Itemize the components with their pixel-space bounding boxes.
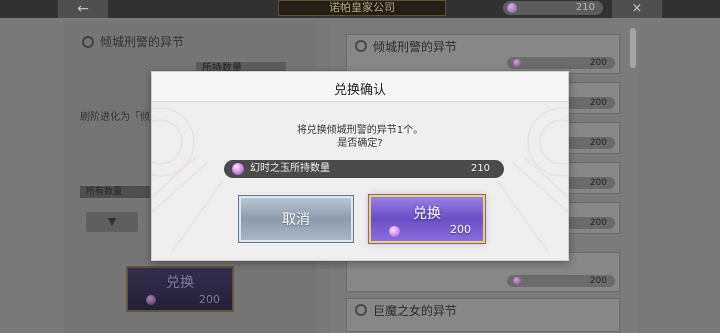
gem-icon bbox=[389, 226, 400, 237]
confirm-exchange-button[interactable]: 兑换 200 bbox=[369, 195, 485, 243]
dialog-header: 兑换确认 bbox=[152, 72, 568, 102]
holdings-label: 幻时之玉所持数量 bbox=[250, 163, 330, 174]
cancel-button[interactable]: 取消 bbox=[239, 196, 353, 242]
confirm-question: 是否确定? bbox=[337, 138, 383, 149]
currency-holdings-bar: 幻时之玉所持数量 210 bbox=[224, 160, 504, 178]
exchange-confirm-dialog: 兑换确认 将兑换倾城刑警的异节1个。 是否确定? 幻时之玉所持数量 210 取消… bbox=[151, 71, 569, 261]
confirm-button-label: 兑换 bbox=[413, 206, 441, 222]
gem-icon bbox=[232, 163, 244, 175]
holdings-value: 210 bbox=[470, 163, 490, 174]
cancel-button-label: 取消 bbox=[282, 212, 310, 228]
confirm-button-price: 200 bbox=[450, 223, 471, 236]
dialog-title: 兑换确认 bbox=[333, 83, 386, 98]
